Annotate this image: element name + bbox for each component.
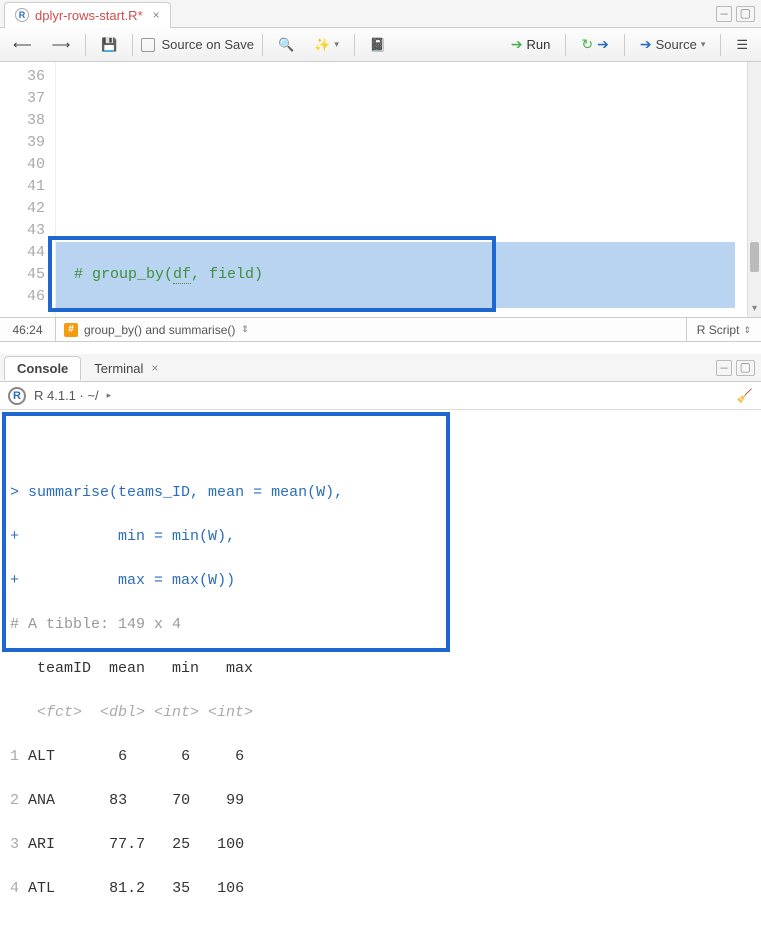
console-tab[interactable]: Console <box>4 356 81 380</box>
close-icon[interactable]: × <box>153 8 160 22</box>
line-number: 41 <box>0 176 45 198</box>
code-line: # group_by(df, field) <box>74 264 747 286</box>
line-number: 39 <box>0 132 45 154</box>
line-number: 38 <box>0 110 45 132</box>
pane-window-controls: — ▢ <box>716 360 761 376</box>
maximize-pane-icon[interactable]: ▢ <box>736 6 755 22</box>
separator <box>624 34 625 56</box>
close-icon[interactable]: × <box>151 361 158 375</box>
wand-icon: ✨ <box>314 37 330 53</box>
language-selector[interactable]: R Script ⇕ <box>686 318 761 341</box>
r-version-label: R 4.1.1 · ~/ <box>34 388 99 403</box>
source-button[interactable]: ➔ Source ▾ <box>633 32 712 57</box>
outline-icon: ☰ <box>736 37 748 53</box>
code-content[interactable]: # group_by(df, field) teams_ID <- group_… <box>56 62 747 317</box>
source-arrow-icon: ➔ <box>640 36 652 53</box>
arrow-left-icon: ⟵ <box>13 37 32 53</box>
line-number: 40 <box>0 154 45 176</box>
chevron-icon[interactable]: ▸ <box>107 390 112 401</box>
save-icon: 💾 <box>101 37 117 53</box>
code-editor[interactable]: 36 37 38 39 40 41 42 43 44 45 46 # group… <box>0 62 761 318</box>
line-number: 46 <box>0 286 45 308</box>
table-header: teamID mean min max <box>10 658 751 680</box>
scope-selector[interactable]: # group_by() and summarise() ⇕ <box>56 323 686 337</box>
separator <box>85 34 86 56</box>
source-on-save-label: Source on Save <box>161 37 254 52</box>
wand-button[interactable]: ✨▾ <box>307 33 346 57</box>
source-label: Source <box>656 37 697 52</box>
line-number: 45 <box>0 264 45 286</box>
scope-label: group_by() and summarise() <box>84 323 235 337</box>
separator <box>565 34 566 56</box>
save-button[interactable]: 💾 <box>94 33 124 57</box>
chevron-down-icon: ▾ <box>701 39 706 50</box>
rerun-arrow2-icon: ➔ <box>597 36 609 53</box>
arrow-right-icon: ⟶ <box>52 37 71 53</box>
vertical-scrollbar[interactable]: ▾ <box>747 62 761 317</box>
minimize-pane-icon[interactable]: — <box>716 360 731 376</box>
source-on-save-checkbox[interactable] <box>141 38 155 52</box>
run-button[interactable]: ➔ Run <box>504 32 558 57</box>
tibble-header: # A tibble: 149 x 4 <box>10 614 751 636</box>
pane-window-controls: — ▢ <box>716 6 761 22</box>
notebook-button[interactable]: 📓 <box>363 33 393 57</box>
run-arrow-icon: ➔ <box>511 36 523 53</box>
scroll-down-icon[interactable]: ▾ <box>748 303 761 315</box>
editor-tab-bar: R dplyr-rows-start.R* × — ▢ <box>0 0 761 28</box>
terminal-tab-label: Terminal <box>94 361 143 376</box>
line-number: 43 <box>0 220 45 242</box>
language-label: R Script <box>697 318 740 342</box>
forward-button[interactable]: ⟶ <box>45 33 78 57</box>
r-logo-icon: R <box>8 387 26 405</box>
line-gutter: 36 37 38 39 40 41 42 43 44 45 46 <box>0 62 56 317</box>
run-label: Run <box>527 37 551 52</box>
maximize-pane-icon[interactable]: ▢ <box>736 360 755 376</box>
r-file-icon: R <box>15 8 29 22</box>
console-line: > summarise(teams_ID, mean = mean(W), <box>10 482 751 504</box>
updown-icon: ⇕ <box>241 324 249 335</box>
notebook-icon: 📓 <box>370 37 386 53</box>
find-button[interactable]: 🔍 <box>271 33 301 57</box>
table-row: 1 ALT 6 6 6 <box>10 746 751 768</box>
scroll-thumb[interactable] <box>750 242 759 272</box>
editor-status-bar: 46:24 # group_by() and summarise() ⇕ R S… <box>0 318 761 342</box>
separator <box>354 34 355 56</box>
separator <box>132 34 133 56</box>
search-icon: 🔍 <box>278 37 294 53</box>
console-info-bar: R R 4.1.1 · ~/ ▸ 🧹 <box>0 382 761 410</box>
chevron-down-icon: ▾ <box>334 39 339 50</box>
console-tab-label: Console <box>17 361 68 376</box>
file-tab[interactable]: R dplyr-rows-start.R* × <box>4 2 171 28</box>
separator <box>262 34 263 56</box>
scope-badge-icon: # <box>64 323 78 337</box>
table-row: 4 ATL 81.2 35 106 <box>10 878 751 900</box>
terminal-tab[interactable]: Terminal × <box>81 356 171 380</box>
line-number: 44 <box>0 242 45 264</box>
console-line: + max = max(W)) <box>10 570 751 592</box>
rerun-button[interactable]: ↻ ➔ <box>574 32 615 57</box>
separator <box>720 34 721 56</box>
minimize-pane-icon[interactable]: — <box>716 6 731 22</box>
rerun-arrow-icon: ↻ <box>581 36 593 53</box>
console-tab-bar: Console Terminal × — ▢ <box>0 354 761 382</box>
editor-toolbar: ⟵ ⟶ 💾 Source on Save 🔍 ✨▾ 📓 ➔ Run ↻ ➔ ➔ … <box>0 28 761 62</box>
updown-icon: ⇕ <box>743 318 751 342</box>
broom-icon[interactable]: 🧹 <box>737 388 753 404</box>
code-line <box>74 198 747 220</box>
table-types: <fct> <dbl> <int> <int> <box>10 702 751 724</box>
table-row: 3 ARI 77.7 25 100 <box>10 834 751 856</box>
line-number: 37 <box>0 88 45 110</box>
table-row: 2 ANA 83 70 99 <box>10 790 751 812</box>
cursor-position: 46:24 <box>0 318 56 341</box>
file-tab-label: dplyr-rows-start.R* <box>35 8 143 23</box>
console-line: + min = min(W), <box>10 526 751 548</box>
back-button[interactable]: ⟵ <box>6 33 39 57</box>
outline-button[interactable]: ☰ <box>729 33 755 57</box>
line-number: 36 <box>0 66 45 88</box>
line-number: 42 <box>0 198 45 220</box>
console-output[interactable]: > summarise(teams_ID, mean = mean(W), + … <box>0 410 761 950</box>
